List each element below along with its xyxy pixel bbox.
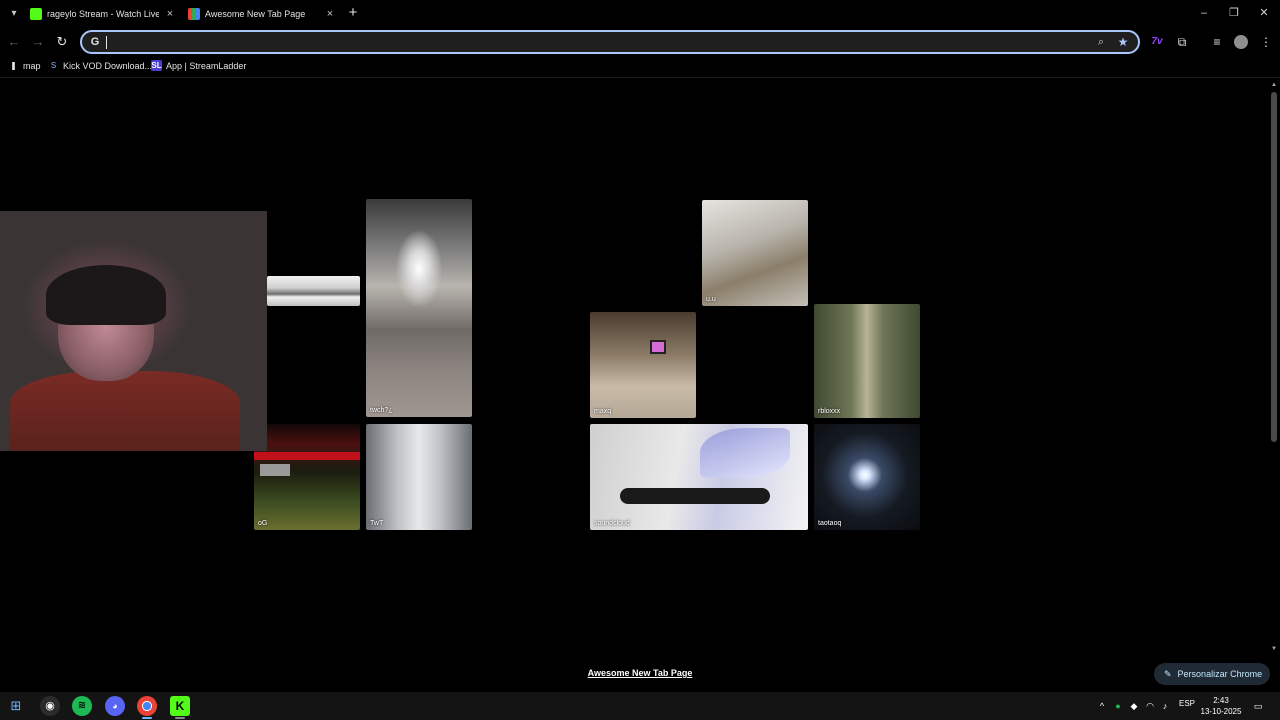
bookmark-label: map xyxy=(23,60,41,71)
profile-avatar[interactable] xyxy=(1234,35,1248,49)
7tv-extension-icon[interactable]: 7v xyxy=(1148,33,1166,51)
person-decor xyxy=(620,488,770,504)
close-icon[interactable]: ✕ xyxy=(1256,5,1272,21)
wing-decor xyxy=(700,428,790,478)
chrome-icon[interactable] xyxy=(137,696,157,716)
kick-favicon-icon xyxy=(30,8,42,20)
new-tab-page: twch?¿ oG TwT u.u maxq rbloxxx soundclou… xyxy=(0,80,1280,692)
tab-title: rageylo Stream - Watch Live on xyxy=(47,9,159,19)
running-app-indicator xyxy=(175,717,185,719)
webcam-person xyxy=(10,371,240,451)
network-icon[interactable]: ◠ xyxy=(1144,699,1156,713)
clock-time: 2:43 xyxy=(1213,696,1229,705)
pencil-icon: ✎ xyxy=(1164,668,1172,679)
notification-icon[interactable]: ▭ xyxy=(1251,699,1265,713)
tile-caption: TwT xyxy=(370,520,384,527)
tile-caption: oG xyxy=(258,520,268,527)
tab-search-icon[interactable]: ▾ xyxy=(6,6,22,22)
shield-icon[interactable]: ◆ xyxy=(1128,699,1140,713)
menu-icon[interactable]: ⋮ xyxy=(1257,33,1275,51)
bookmarks-bar: ❚ map S Kick VOD Download... SL App | St… xyxy=(0,56,1280,78)
decor xyxy=(254,452,360,460)
bookmark-kick-vod[interactable]: S Kick VOD Download... xyxy=(48,60,152,71)
webcam-overlay xyxy=(0,211,267,451)
tile-tunnel[interactable]: twch?¿ xyxy=(366,199,472,417)
star-icon[interactable]: ★ xyxy=(1116,35,1130,49)
chevron-up-icon[interactable]: ^ xyxy=(1096,699,1108,713)
tile-caption: rbloxxx xyxy=(818,408,841,415)
customize-chrome-button[interactable]: ✎ Personalizar Chrome xyxy=(1154,663,1270,685)
restore-icon[interactable]: ❐ xyxy=(1226,5,1242,21)
customize-label: Personalizar Chrome xyxy=(1177,669,1263,679)
tile-rbloxxx[interactable]: rbloxxx xyxy=(814,304,920,418)
close-tab-icon[interactable]: × xyxy=(164,8,176,20)
forward-icon[interactable]: → xyxy=(30,34,46,50)
reload-icon[interactable]: ↻ xyxy=(54,34,70,50)
tile-caption: taotaoq xyxy=(818,520,842,527)
language-indicator[interactable]: ESP xyxy=(1176,699,1198,708)
tab-strip: ▾ rageylo Stream - Watch Live on × Aweso… xyxy=(0,0,1280,28)
volume-icon[interactable]: ♪ xyxy=(1159,699,1171,713)
tray-app-icon[interactable]: ● xyxy=(1112,699,1124,713)
tile-uu[interactable]: u.u xyxy=(702,200,808,306)
obs-icon[interactable]: ◉ xyxy=(40,696,60,716)
zoom-icon[interactable]: ⌕ xyxy=(1094,35,1108,49)
streamladder-icon: SL xyxy=(151,60,162,71)
bookmark-map[interactable]: ❚ map xyxy=(8,60,41,71)
address-bar[interactable]: G ⌕ ★ xyxy=(80,30,1140,54)
tile-soundcloud[interactable]: soundcloud xyxy=(590,424,808,530)
extensions-icon[interactable]: ⧉ xyxy=(1173,33,1191,51)
tile-caption: maxq xyxy=(594,408,612,415)
tile-caption: u.u xyxy=(706,296,716,303)
bookmark-label: Kick VOD Download... xyxy=(63,60,153,71)
tab-awesome-new-tab[interactable]: Awesome New Tab Page × xyxy=(188,3,340,25)
windows-start-icon[interactable]: ⊞ xyxy=(6,696,26,716)
active-app-indicator xyxy=(142,717,152,719)
tile-twt[interactable]: TwT xyxy=(366,424,472,530)
tv-decor xyxy=(650,340,666,354)
footer-link[interactable]: Awesome New Tab Page xyxy=(0,668,1280,678)
scroll-thumb[interactable] xyxy=(1271,92,1277,442)
scrollbar[interactable]: ▲ ▼ xyxy=(1268,80,1280,656)
spotify-icon[interactable]: ≋ xyxy=(72,696,92,716)
minimize-icon[interactable]: – xyxy=(1196,5,1212,21)
close-tab-icon[interactable]: × xyxy=(324,8,336,20)
google-icon: G xyxy=(90,36,100,48)
decor xyxy=(260,464,290,476)
tile-og[interactable]: oG xyxy=(254,424,360,530)
omnibox-input[interactable] xyxy=(110,33,1070,51)
new-tab-favicon-icon xyxy=(188,8,200,20)
clock[interactable]: 2:43 13-10-2025 xyxy=(1200,695,1242,717)
kick-icon[interactable]: K xyxy=(170,696,190,716)
scroll-up-icon[interactable]: ▲ xyxy=(1271,82,1277,88)
clock-date: 13-10-2025 xyxy=(1200,707,1242,716)
tab-title: Awesome New Tab Page xyxy=(205,9,306,19)
scroll-down-icon[interactable]: ▼ xyxy=(1271,646,1277,652)
tile-caption: twch?¿ xyxy=(370,407,393,414)
text-caret xyxy=(106,36,107,49)
webcam-hair xyxy=(46,265,166,325)
browser-toolbar: ← → ↻ G ⌕ ★ 7v ⧉ ≡ ⋮ xyxy=(0,28,1280,56)
bookmark-label: App | StreamLadder xyxy=(166,60,247,71)
media-icon[interactable]: ≡ xyxy=(1208,33,1226,51)
bookmark-streamladder[interactable]: SL App | StreamLadder xyxy=(151,60,246,71)
discord-icon[interactable]: ◕ xyxy=(105,696,125,716)
tab-kick-stream[interactable]: rageylo Stream - Watch Live on × xyxy=(30,3,180,25)
tile-bridge[interactable] xyxy=(267,276,360,306)
tile-maxq[interactable]: maxq xyxy=(590,312,696,418)
back-icon[interactable]: ← xyxy=(6,34,22,50)
map-pin-icon: ❚ xyxy=(10,61,17,70)
windows-taskbar: ⊞ ◉ ≋ ◕ K ^ ● ◆ ◠ ♪ ESP 2:43 13-10-2025 … xyxy=(0,692,1280,720)
plus-icon[interactable]: + xyxy=(345,5,361,21)
tile-taotaoq[interactable]: taotaoq xyxy=(814,424,920,530)
kick-icon: S xyxy=(50,61,57,70)
tile-caption: soundcloud xyxy=(594,520,630,527)
